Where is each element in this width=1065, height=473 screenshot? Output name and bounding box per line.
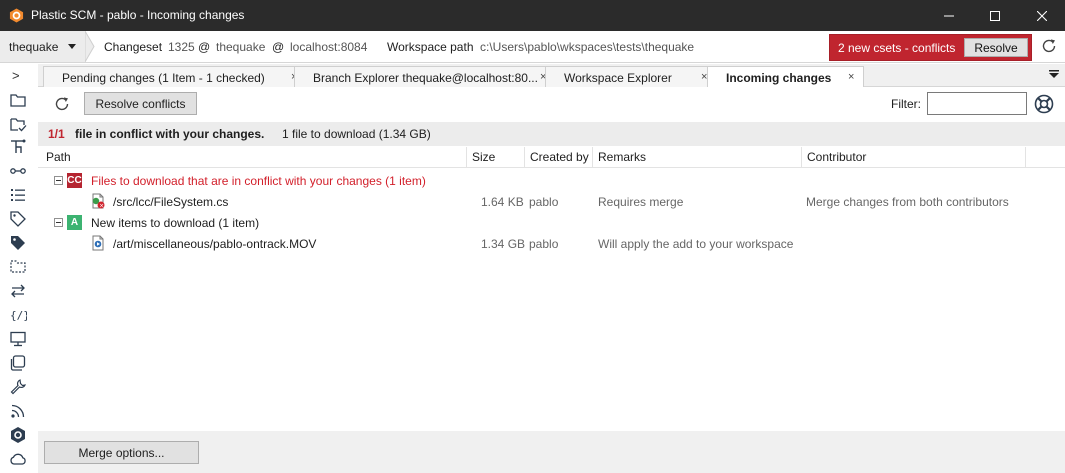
column-size[interactable]: Size bbox=[467, 147, 525, 168]
at-sign: @ bbox=[272, 40, 285, 54]
chevron-down-icon bbox=[68, 44, 76, 49]
collapse-toggle[interactable] bbox=[54, 218, 63, 227]
tab-label: Pending changes (1 Item - 1 checked) bbox=[62, 71, 265, 85]
filter-input[interactable] bbox=[927, 92, 1027, 115]
conflict-file-icon: × bbox=[92, 193, 105, 210]
repo-selector[interactable]: thequake bbox=[0, 31, 85, 62]
plastic-logo-icon[interactable] bbox=[9, 426, 27, 444]
added-category-badge: A bbox=[67, 215, 82, 230]
workspace-path: c:\Users\pablo\wkspaces\tests\thequake bbox=[480, 40, 695, 54]
help-icon[interactable] bbox=[1034, 94, 1054, 114]
incoming-conflict-notice: 2 new csets - conflicts Resolve bbox=[829, 34, 1032, 61]
repo-name: thequake bbox=[216, 40, 266, 54]
stack-icon[interactable] bbox=[9, 354, 27, 372]
tab-label: Branch Explorer thequake@localhost:80... bbox=[313, 71, 538, 85]
merge-options-button[interactable]: Merge options... bbox=[44, 441, 199, 464]
tab-close-icon[interactable]: × bbox=[848, 71, 854, 83]
column-contributor[interactable]: Contributor bbox=[802, 147, 1026, 168]
conflict-group-title[interactable]: Files to download that are in conflict w… bbox=[91, 174, 426, 188]
cloud-icon[interactable] bbox=[9, 450, 27, 468]
resolve-button[interactable]: Resolve bbox=[964, 38, 1028, 57]
close-button[interactable] bbox=[1019, 0, 1065, 31]
maximize-icon bbox=[990, 10, 1000, 21]
collapse-toggle[interactable] bbox=[54, 176, 63, 185]
file-remarks: Requires merge bbox=[598, 195, 684, 209]
title-bar: Plastic SCM - pablo - Incoming changes bbox=[0, 0, 1065, 31]
file-author: pablo bbox=[529, 237, 559, 251]
tabs-overflow-icon[interactable] bbox=[1049, 69, 1059, 79]
refresh-icon[interactable] bbox=[53, 95, 71, 113]
column-path[interactable]: Path bbox=[38, 147, 467, 168]
navigation-sidebar: > {/} bbox=[0, 64, 38, 473]
bottom-action-bar: Merge options... bbox=[38, 431, 1065, 473]
file-size: 1.34 GB bbox=[481, 237, 526, 251]
shelve-icon[interactable] bbox=[9, 257, 27, 275]
list-icon[interactable] bbox=[9, 186, 27, 204]
table-row[interactable]: × /src/lcc/FileSystem.cs 1.64 KB pablo R… bbox=[38, 191, 1065, 212]
file-size: 1.64 KB bbox=[481, 195, 524, 209]
repo-selector-label: thequake bbox=[9, 39, 59, 54]
column-created-by[interactable]: Created by bbox=[525, 147, 593, 168]
sidebar-toggle[interactable]: > bbox=[12, 68, 20, 83]
minimize-icon bbox=[944, 15, 954, 16]
close-icon bbox=[1037, 10, 1047, 21]
video-file-icon bbox=[92, 235, 104, 251]
feed-icon[interactable] bbox=[9, 402, 27, 420]
label-icon[interactable] bbox=[9, 210, 27, 228]
file-path: /art/miscellaneous/pablo-ontrack.MOV bbox=[113, 237, 317, 251]
tab-label: Workspace Explorer bbox=[564, 71, 672, 85]
resolve-conflicts-button[interactable]: Resolve conflicts bbox=[84, 92, 197, 115]
file-remarks: Will apply the add to your workspace bbox=[598, 237, 794, 251]
filter-label: Filter: bbox=[891, 97, 921, 111]
conflict-notice-text: 2 new csets - conflicts bbox=[838, 41, 956, 55]
minimize-button[interactable] bbox=[926, 0, 972, 31]
conflict-category-badge: CC bbox=[67, 173, 82, 188]
monitor-icon[interactable] bbox=[9, 330, 27, 348]
folder-icon[interactable] bbox=[9, 91, 27, 109]
column-header: Path Size Created by Remarks Contributor bbox=[38, 147, 1065, 168]
server-name: localhost:8084 bbox=[290, 40, 368, 54]
folder-check-icon[interactable] bbox=[9, 115, 27, 133]
breadcrumb-arrow bbox=[85, 31, 95, 62]
tab-label: Incoming changes bbox=[726, 71, 832, 85]
branch-icon[interactable] bbox=[9, 138, 27, 156]
tab-strip: Pending changes (1 Item - 1 checked) × B… bbox=[38, 64, 1065, 88]
file-contributor: Merge changes from both contributors bbox=[806, 195, 1009, 209]
tab-incoming-changes[interactable]: Incoming changes × bbox=[707, 66, 864, 88]
tab-pending-changes[interactable]: Pending changes (1 Item - 1 checked) × bbox=[43, 66, 336, 87]
table-row[interactable]: /art/miscellaneous/pablo-ontrack.MOV 1.3… bbox=[38, 233, 1065, 254]
at-sign: @ bbox=[198, 40, 211, 54]
maximize-button[interactable] bbox=[972, 0, 1018, 31]
plastic-logo-icon bbox=[9, 8, 24, 23]
changeset-label: Changeset bbox=[104, 40, 163, 54]
incoming-changes-panel: Resolve conflicts Filter: 1/1 file in co… bbox=[38, 87, 1065, 473]
attribute-icon[interactable] bbox=[9, 234, 27, 252]
workspace-path-label: Workspace path bbox=[387, 40, 474, 54]
conflict-summary-text: file in conflict with your changes. bbox=[75, 127, 265, 141]
download-summary: 1 file to download (1.34 GB) bbox=[282, 127, 431, 141]
svg-text:×: × bbox=[99, 203, 104, 210]
svg-text:{/}: {/} bbox=[10, 309, 27, 322]
added-group-title[interactable]: New items to download (1 item) bbox=[91, 216, 259, 230]
conflict-count: 1/1 bbox=[48, 127, 65, 141]
refresh-icon[interactable] bbox=[1040, 37, 1058, 55]
changeset-icon[interactable] bbox=[9, 162, 27, 180]
column-remarks[interactable]: Remarks bbox=[593, 147, 802, 168]
sync-icon[interactable] bbox=[9, 282, 27, 300]
changeset-number: 1325 bbox=[168, 40, 195, 54]
wrench-icon[interactable] bbox=[9, 378, 27, 396]
code-icon[interactable]: {/} bbox=[9, 306, 27, 324]
file-path: /src/lcc/FileSystem.cs bbox=[113, 195, 229, 209]
tab-branch-explorer[interactable]: Branch Explorer thequake@localhost:80...… bbox=[294, 66, 586, 87]
workspace-toolbar: thequake Changeset 1325 @ thequake @ loc… bbox=[0, 31, 1065, 63]
window-title: Plastic SCM - pablo - Incoming changes bbox=[31, 8, 245, 22]
file-author: pablo bbox=[529, 195, 559, 209]
conflict-summary-bar: 1/1 file in conflict with your changes. … bbox=[38, 122, 1065, 146]
